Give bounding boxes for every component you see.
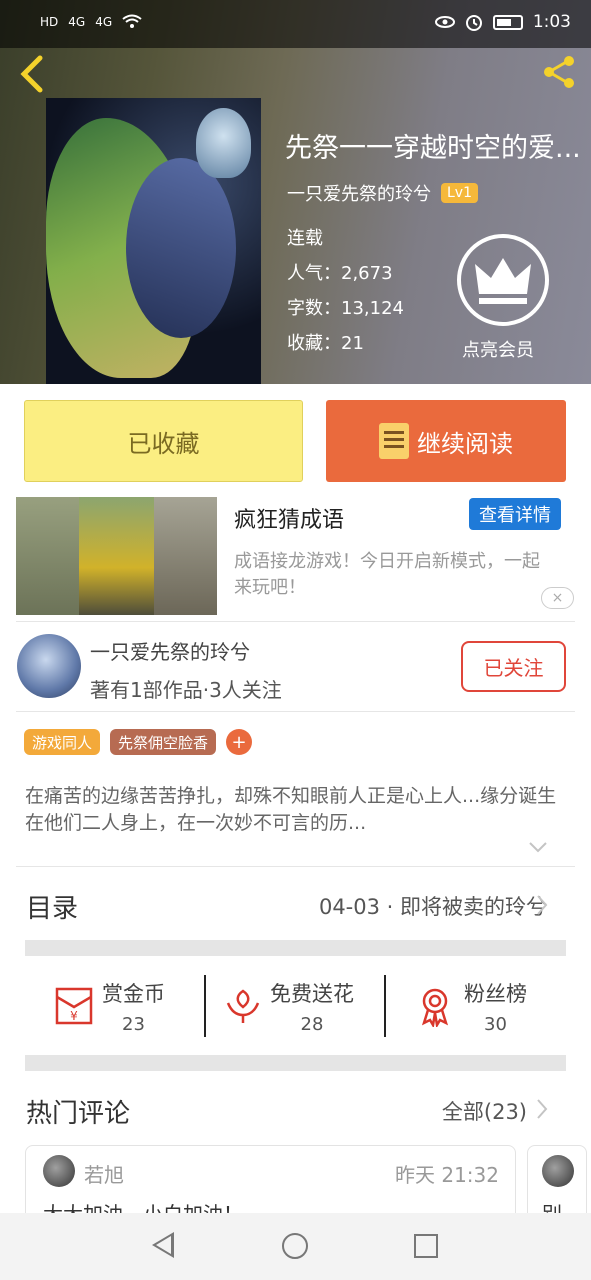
hot-comments-label: 热门评论 <box>26 1099 131 1129</box>
continue-reading-button[interactable]: 继续阅读 <box>326 400 566 482</box>
crown-icon <box>475 258 531 304</box>
share-icon <box>544 56 574 88</box>
back-button[interactable] <box>14 54 50 93</box>
book-author-row[interactable]: 一只爱先祭的玲兮 Lv1 <box>287 180 478 206</box>
nav-back-icon[interactable] <box>152 1232 174 1258</box>
divider <box>384 975 386 1037</box>
eye-icon <box>434 16 455 28</box>
expand-intro-button[interactable] <box>528 838 548 858</box>
ad-image-panel <box>154 497 217 615</box>
book-status: 连载 <box>287 228 323 249</box>
ad-image-panel <box>78 497 155 615</box>
share-button[interactable] <box>539 52 579 92</box>
signal-4g-icon: 4G <box>68 15 86 29</box>
chevron-left-icon <box>20 55 43 93</box>
commenter-avatar[interactable] <box>542 1155 574 1187</box>
ad-title[interactable]: 疯狂猜成语 <box>234 502 344 534</box>
book-favorites: 收藏：21 <box>287 333 364 354</box>
alarm-icon <box>465 15 482 31</box>
red-envelope-icon: ¥ <box>55 987 93 1025</box>
stat-value: 28 <box>300 1014 324 1035</box>
chevron-right-icon <box>535 893 549 923</box>
section-separator <box>25 1055 566 1071</box>
status-left-icons: HD 4G 4G <box>40 14 142 30</box>
all-comments-link[interactable]: 全部(23) <box>442 1096 527 1126</box>
cover-figure <box>126 158 236 338</box>
stat-label: 赏金币 <box>102 982 165 1006</box>
ad-close-button[interactable]: × <box>541 587 574 609</box>
book-word-count: 字数：13,124 <box>287 298 404 319</box>
tag-item[interactable]: 先祭佣空脸香 <box>110 729 217 755</box>
reward-coins-stat[interactable]: 赏金币 23 <box>102 978 165 1035</box>
status-time: 1:03 <box>532 12 571 32</box>
wifi-icon <box>122 14 142 28</box>
signal-4g-icon: 4G <box>95 15 113 29</box>
vip-button[interactable] <box>457 234 549 326</box>
flower-icon <box>226 989 260 1023</box>
divider <box>16 621 575 622</box>
book-popularity: 人气：2,673 <box>287 263 393 284</box>
ad-image-panel <box>16 497 79 615</box>
svg-text:¥: ¥ <box>70 1009 78 1023</box>
uploader-name[interactable]: 一只爱先祭的玲兮 <box>90 636 250 665</box>
continue-reading-label: 继续阅读 <box>417 429 513 458</box>
fan-ranking-stat[interactable]: 粉丝榜 30 <box>464 978 527 1035</box>
ad-detail-button[interactable]: 查看详情 <box>469 498 561 530</box>
tag-list: 游戏同人 先祭佣空脸香 + <box>24 729 253 755</box>
ad-image[interactable] <box>16 497 217 615</box>
hd-icon: HD <box>40 15 59 29</box>
divider <box>16 866 575 867</box>
book-cover-image[interactable] <box>46 98 261 384</box>
section-separator <box>25 940 566 956</box>
nav-recents-icon[interactable] <box>414 1234 438 1258</box>
stat-label: 粉丝榜 <box>464 982 527 1006</box>
book-title: 先祭一一穿越时空的爱... <box>285 133 581 164</box>
latest-chapter-link[interactable]: 04-03 · 即将被卖的玲兮 <box>319 891 547 921</box>
stat-value: 23 <box>122 1014 145 1035</box>
level-badge: Lv1 <box>441 183 478 203</box>
chevron-right-icon <box>535 1097 549 1127</box>
book-icon <box>379 423 409 459</box>
commenter-avatar[interactable] <box>43 1155 75 1187</box>
uploader-stats: 著有1部作品·3人关注 <box>90 678 282 702</box>
stat-value: 30 <box>484 1014 507 1035</box>
battery-icon <box>492 14 523 30</box>
stat-label: 免费送花 <box>270 982 354 1006</box>
free-flower-stat[interactable]: 免费送花 28 <box>270 978 354 1035</box>
commenter-name[interactable]: 若旭 <box>84 1159 124 1188</box>
status-bar: HD 4G 4G 1:03 <box>0 0 591 48</box>
add-tag-button[interactable]: + <box>226 729 253 755</box>
divider <box>16 711 575 712</box>
tag-item[interactable]: 游戏同人 <box>24 729 101 755</box>
chevron-down-icon <box>529 842 547 853</box>
nav-home-icon[interactable] <box>282 1233 308 1259</box>
cover-owl <box>196 108 251 178</box>
uploader-avatar[interactable] <box>17 634 81 698</box>
toc-label[interactable]: 目录 <box>26 888 78 925</box>
ad-description: 成语接龙游戏！今日开启新模式，一起来玩吧！ <box>234 551 540 598</box>
status-right-icons: 1:03 <box>434 12 571 32</box>
follow-button[interactable]: 已关注 <box>461 641 566 692</box>
divider <box>204 975 206 1037</box>
book-author: 一只爱先祭的玲兮 <box>287 184 431 205</box>
vip-label: 点亮会员 <box>462 340 534 361</box>
medal-icon <box>421 988 449 1027</box>
comment-time: 昨天 21:32 <box>395 1163 499 1187</box>
book-intro[interactable]: 在痛苦的边缘苦苦挣扎，却殊不知眼前人正是心上人...缘分诞生在他们二人身上，在一… <box>25 783 565 837</box>
favorited-button[interactable]: 已收藏 <box>24 400 303 482</box>
